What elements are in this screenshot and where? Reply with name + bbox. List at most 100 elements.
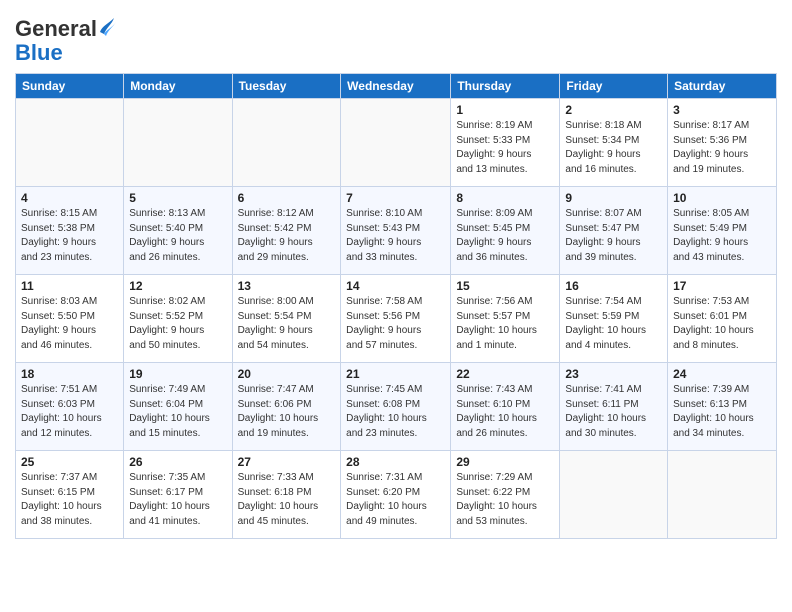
day-number: 3 [673,103,771,117]
day-info: Sunrise: 8:10 AM Sunset: 5:43 PM Dayligh… [346,207,445,265]
day-number: 4 [21,191,118,205]
calendar-cell: 7 Sunrise: 8:10 AM Sunset: 5:43 PM Daylig… [341,187,451,275]
logo-general-text: General [15,16,97,41]
day-number: 24 [673,367,771,381]
calendar-cell: 22 Sunrise: 7:43 AM Sunset: 6:10 PM Dayli… [451,363,560,451]
day-info: Sunrise: 7:49 AM Sunset: 6:04 PM Dayligh… [129,383,226,441]
day-info: Sunrise: 7:35 AM Sunset: 6:17 PM Dayligh… [129,471,226,529]
day-info: Sunrise: 8:02 AM Sunset: 5:52 PM Dayligh… [129,295,226,353]
weekday-header-wednesday: Wednesday [341,74,451,99]
day-info: Sunrise: 8:15 AM Sunset: 5:38 PM Dayligh… [21,207,118,265]
day-info: Sunrise: 8:17 AM Sunset: 5:36 PM Dayligh… [673,119,771,177]
weekday-header-monday: Monday [124,74,232,99]
logo-bird-icon [98,14,116,36]
day-number: 10 [673,191,771,205]
day-info: Sunrise: 7:56 AM Sunset: 5:57 PM Dayligh… [456,295,554,353]
day-number: 27 [238,455,336,469]
day-info: Sunrise: 7:51 AM Sunset: 6:03 PM Dayligh… [21,383,118,441]
day-number: 14 [346,279,445,293]
day-info: Sunrise: 8:19 AM Sunset: 5:33 PM Dayligh… [456,119,554,177]
day-info: Sunrise: 7:47 AM Sunset: 6:06 PM Dayligh… [238,383,336,441]
day-number: 17 [673,279,771,293]
calendar-cell: 3 Sunrise: 8:17 AM Sunset: 5:36 PM Daylig… [668,99,777,187]
logo: General Blue [15,14,116,65]
day-info: Sunrise: 7:29 AM Sunset: 6:22 PM Dayligh… [456,471,554,529]
day-info: Sunrise: 8:09 AM Sunset: 5:45 PM Dayligh… [456,207,554,265]
calendar-cell: 25 Sunrise: 7:37 AM Sunset: 6:15 PM Dayli… [16,451,124,539]
day-info: Sunrise: 8:13 AM Sunset: 5:40 PM Dayligh… [129,207,226,265]
weekday-header-thursday: Thursday [451,74,560,99]
day-number: 18 [21,367,118,381]
calendar-cell: 13 Sunrise: 8:00 AM Sunset: 5:54 PM Dayli… [232,275,341,363]
weekday-header-sunday: Sunday [16,74,124,99]
weekday-header-tuesday: Tuesday [232,74,341,99]
day-info: Sunrise: 7:37 AM Sunset: 6:15 PM Dayligh… [21,471,118,529]
calendar-week-row: 4 Sunrise: 8:15 AM Sunset: 5:38 PM Daylig… [16,187,777,275]
day-number: 6 [238,191,336,205]
calendar-week-row: 1 Sunrise: 8:19 AM Sunset: 5:33 PM Daylig… [16,99,777,187]
calendar-cell [16,99,124,187]
day-number: 1 [456,103,554,117]
day-info: Sunrise: 7:33 AM Sunset: 6:18 PM Dayligh… [238,471,336,529]
calendar-cell: 16Sunrise: 7:54 AM Sunset: 5:59 PM Dayli… [560,275,668,363]
calendar-cell: 10 Sunrise: 8:05 AM Sunset: 5:49 PM Dayli… [668,187,777,275]
logo-blue-text: Blue [15,40,63,65]
day-number: 22 [456,367,554,381]
day-info: Sunrise: 7:39 AM Sunset: 6:13 PM Dayligh… [673,383,771,441]
day-number: 5 [129,191,226,205]
day-info: Sunrise: 7:54 AM Sunset: 5:59 PM Dayligh… [565,295,662,353]
day-info: Sunrise: 8:03 AM Sunset: 5:50 PM Dayligh… [21,295,118,353]
calendar-cell: 6 Sunrise: 8:12 AM Sunset: 5:42 PM Daylig… [232,187,341,275]
calendar-cell [124,99,232,187]
calendar-cell: 9Sunrise: 8:07 AM Sunset: 5:47 PM Daylig… [560,187,668,275]
day-info: Sunrise: 7:58 AM Sunset: 5:56 PM Dayligh… [346,295,445,353]
day-number: 7 [346,191,445,205]
calendar-week-row: 11 Sunrise: 8:03 AM Sunset: 5:50 PM Dayli… [16,275,777,363]
day-number: 15 [456,279,554,293]
day-number: 20 [238,367,336,381]
day-number: 13 [238,279,336,293]
day-info: Sunrise: 7:53 AM Sunset: 6:01 PM Dayligh… [673,295,771,353]
calendar-week-row: 25 Sunrise: 7:37 AM Sunset: 6:15 PM Dayli… [16,451,777,539]
calendar-cell: 15 Sunrise: 7:56 AM Sunset: 5:57 PM Dayli… [451,275,560,363]
calendar-table: SundayMondayTuesdayWednesdayThursdayFrid… [15,73,777,539]
day-info: Sunrise: 8:12 AM Sunset: 5:42 PM Dayligh… [238,207,336,265]
calendar-cell: 5 Sunrise: 8:13 AM Sunset: 5:40 PM Daylig… [124,187,232,275]
calendar-cell: 11 Sunrise: 8:03 AM Sunset: 5:50 PM Dayli… [16,275,124,363]
day-info: Sunrise: 7:41 AM Sunset: 6:11 PM Dayligh… [565,383,662,441]
weekday-header-friday: Friday [560,74,668,99]
day-info: Sunrise: 7:45 AM Sunset: 6:08 PM Dayligh… [346,383,445,441]
calendar-week-row: 18 Sunrise: 7:51 AM Sunset: 6:03 PM Dayli… [16,363,777,451]
calendar-cell: 26 Sunrise: 7:35 AM Sunset: 6:17 PM Dayli… [124,451,232,539]
day-number: 2 [565,103,662,117]
day-number: 26 [129,455,226,469]
weekday-header-saturday: Saturday [668,74,777,99]
day-number: 25 [21,455,118,469]
day-number: 9 [565,191,662,205]
calendar-cell: 20 Sunrise: 7:47 AM Sunset: 6:06 PM Dayli… [232,363,341,451]
day-number: 12 [129,279,226,293]
day-number: 29 [456,455,554,469]
calendar-cell: 2 Sunrise: 8:18 AM Sunset: 5:34 PM Daylig… [560,99,668,187]
calendar-cell: 24 Sunrise: 7:39 AM Sunset: 6:13 PM Dayli… [668,363,777,451]
day-number: 28 [346,455,445,469]
day-info: Sunrise: 8:18 AM Sunset: 5:34 PM Dayligh… [565,119,662,177]
calendar-header-row: SundayMondayTuesdayWednesdayThursdayFrid… [16,74,777,99]
calendar-cell: 29 Sunrise: 7:29 AM Sunset: 6:22 PM Dayli… [451,451,560,539]
day-number: 11 [21,279,118,293]
calendar-cell: 19 Sunrise: 7:49 AM Sunset: 6:04 PM Dayli… [124,363,232,451]
calendar-cell: 1 Sunrise: 8:19 AM Sunset: 5:33 PM Daylig… [451,99,560,187]
calendar-cell: 8Sunrise: 8:09 AM Sunset: 5:45 PM Daylig… [451,187,560,275]
page-header: General Blue [15,10,777,65]
calendar-cell [232,99,341,187]
day-info: Sunrise: 7:43 AM Sunset: 6:10 PM Dayligh… [456,383,554,441]
calendar-cell: 14 Sunrise: 7:58 AM Sunset: 5:56 PM Dayli… [341,275,451,363]
day-number: 21 [346,367,445,381]
day-info: Sunrise: 8:00 AM Sunset: 5:54 PM Dayligh… [238,295,336,353]
calendar-cell: 21 Sunrise: 7:45 AM Sunset: 6:08 PM Dayli… [341,363,451,451]
calendar-cell: 28Sunrise: 7:31 AM Sunset: 6:20 PM Dayli… [341,451,451,539]
day-number: 19 [129,367,226,381]
calendar-cell [560,451,668,539]
day-info: Sunrise: 8:05 AM Sunset: 5:49 PM Dayligh… [673,207,771,265]
calendar-cell [668,451,777,539]
